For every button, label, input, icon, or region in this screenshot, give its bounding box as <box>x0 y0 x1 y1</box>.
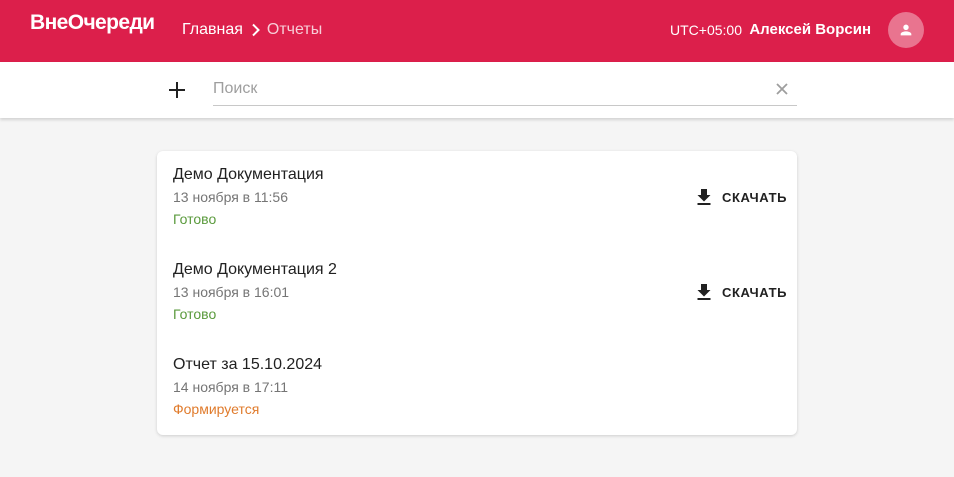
person-icon <box>900 24 912 36</box>
list-item: Демо Документация 2 13 ноября в 16:01 Го… <box>157 246 797 338</box>
search-toolbar <box>0 62 954 118</box>
list-item: Демо Документация 13 ноября в 11:56 Гото… <box>157 151 797 243</box>
app-header: ВнеОчереди Главная Отчеты UTC+05:00 Алек… <box>0 0 954 62</box>
search-field <box>213 75 797 106</box>
report-title: Демо Документация 2 <box>173 261 337 278</box>
download-label: СКАЧАТЬ <box>722 284 788 300</box>
app-logo[interactable]: ВнеОчереди <box>30 11 155 35</box>
report-date: 13 ноября в 16:01 <box>173 284 290 300</box>
search-input[interactable] <box>213 77 763 101</box>
breadcrumb: Главная Отчеты <box>182 21 322 39</box>
download-icon <box>697 189 711 205</box>
status-badge: Готово <box>173 211 217 227</box>
add-report-button[interactable] <box>165 78 189 102</box>
timezone-label[interactable]: UTC+05:00 <box>670 22 742 38</box>
breadcrumb-current: Отчеты <box>266 21 323 38</box>
download-label: СКАЧАТЬ <box>722 189 788 205</box>
avatar[interactable] <box>888 12 924 48</box>
download-button[interactable]: СКАЧАТЬ <box>697 187 787 207</box>
download-icon <box>697 284 711 300</box>
close-icon[interactable] <box>775 82 789 96</box>
plus-icon <box>169 82 185 98</box>
breadcrumb-home-link[interactable]: Главная <box>182 21 243 39</box>
report-date: 14 ноября в 17:11 <box>173 379 289 395</box>
report-title: Отчет за 15.10.2024 <box>173 356 323 373</box>
reports-list: Демо Документация 13 ноября в 11:56 Гото… <box>157 151 797 435</box>
user-name[interactable]: Алексей Ворсин <box>749 21 871 38</box>
status-badge: Готово <box>173 306 217 322</box>
download-button[interactable]: СКАЧАТЬ <box>697 282 787 302</box>
report-title: Демо Документация <box>173 166 324 183</box>
report-date: 13 ноября в 11:56 <box>173 189 289 205</box>
list-item: Отчет за 15.10.2024 14 ноября в 17:11 Фо… <box>157 341 797 433</box>
chevron-right-icon <box>251 23 261 37</box>
status-badge: Формируется <box>173 401 260 417</box>
